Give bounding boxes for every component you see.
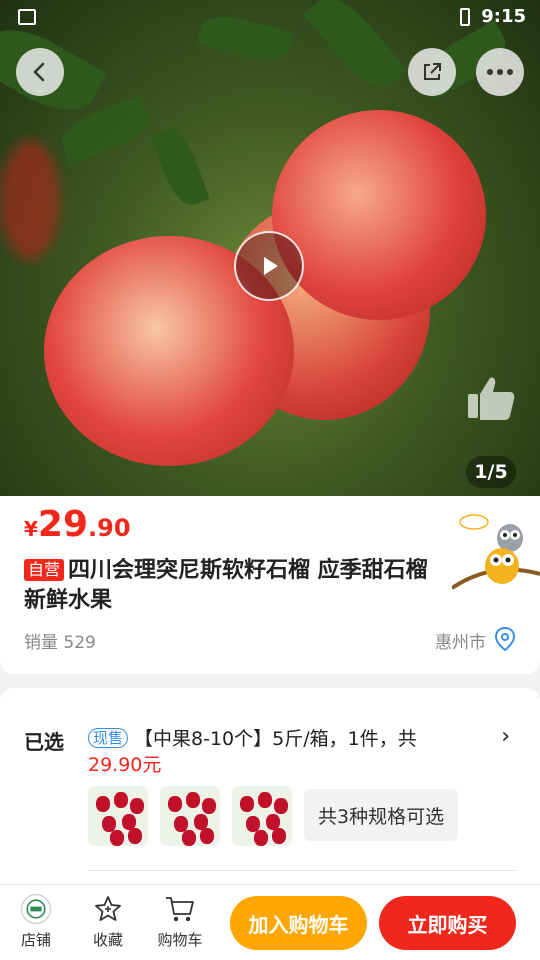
sales-label: 销量 [24,633,58,653]
sales-volume: 销量 529 [24,628,96,653]
delivery-city[interactable]: 惠州市 [435,628,486,653]
bottom-action-bar: 店铺 收藏 购物车 加入购物车 立即购买 [0,884,540,960]
selected-spec[interactable]: 现售 【中果8-10个】5斤/箱，1件，共 29.90元 [88,726,488,778]
chevron-right-icon[interactable]: › [501,724,510,749]
image-notification-icon [18,9,36,25]
buy-now-button[interactable]: 立即购买 [379,896,516,950]
spec-selection-card[interactable]: 已选 现售 【中果8-10个】5斤/箱，1件，共 29.90元 › 共3种规格可选 [0,688,540,888]
play-video-button[interactable] [234,231,304,301]
star-icon [95,896,121,921]
background-fruit [0,140,60,260]
back-button[interactable] [16,48,64,96]
cart-tab[interactable]: 购物车 [150,893,210,950]
spec-total-price: 29.90元 [88,754,162,776]
in-stock-badge: 现售 [88,728,129,748]
divider [88,870,516,871]
spec-thumbnail[interactable] [232,786,292,846]
cart-icon [166,897,194,922]
status-bar: 9:15 [0,0,540,36]
price-integer: 29 [37,504,89,545]
store-logo-icon [21,894,51,924]
more-dots-icon [487,69,513,75]
cart-label: 购物车 [157,931,203,949]
add-to-cart-button[interactable]: 加入购物车 [230,896,367,950]
store-label: 店铺 [20,931,51,949]
spec-thumbnail[interactable] [88,786,148,846]
price-decimal: .90 [88,514,131,542]
image-counter: 1/5 [466,456,516,488]
battery-icon [460,8,470,26]
product-title-block: 自营 四川会理突尼斯软籽石榴 应季甜石榴新鲜水果 [24,556,434,616]
chevron-left-icon [33,62,45,82]
play-icon [264,257,278,275]
spec-description: 【中果8-10个】5斤/箱，1件，共 [134,728,417,750]
thumbs-up-icon [468,377,515,420]
product-info-card: ¥29.90 自营 四川会理突尼斯软籽石榴 应季甜石榴新鲜水果 销量 529 惠州… [0,496,540,674]
more-button[interactable] [476,48,524,96]
spec-thumbnail[interactable] [160,786,220,846]
product-image-gallery[interactable]: 9:15 1/5 [0,0,540,496]
favorite-tab[interactable]: 收藏 [78,893,138,950]
sales-count: 529 [63,633,96,653]
store-tab[interactable]: 店铺 [6,893,66,950]
status-time: 9:15 [481,6,526,27]
product-title: 四川会理突尼斯软籽石榴 应季甜石榴新鲜水果 [24,558,428,613]
spec-count-button[interactable]: 共3种规格可选 [304,789,459,841]
favorite-label: 收藏 [92,931,123,949]
like-button[interactable] [466,374,516,422]
selected-label: 已选 [24,730,64,754]
pomegranate-right [272,110,486,320]
price: ¥29.90 [24,504,131,545]
currency-symbol: ¥ [24,517,38,541]
location-pin-icon[interactable] [494,626,516,656]
self-operated-badge: 自营 [24,559,65,581]
spec-thumbnails [88,786,292,846]
leaf-decoration [150,123,210,211]
share-icon [424,63,441,80]
share-button[interactable] [408,48,456,96]
owl-mascot-image [450,508,540,596]
